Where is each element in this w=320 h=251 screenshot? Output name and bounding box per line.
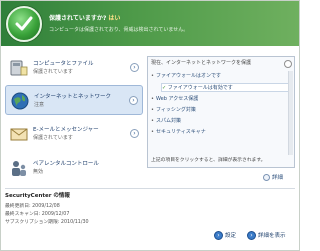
panel-item-scanner[interactable]: • セキュリティスキャナ: [151, 128, 291, 137]
panel-item-spam[interactable]: • スパム対策: [151, 117, 291, 126]
detail-button[interactable]: 詳細: [263, 173, 297, 183]
category-title: インターネットとネットワーク: [34, 94, 112, 100]
category-email-messenger[interactable]: E-メールとメッセンジャー 保護されています ›: [5, 119, 143, 149]
category-parental-control[interactable]: ペアレンタルコントロール 無効: [5, 153, 143, 183]
panel-close-icon[interactable]: [284, 60, 292, 68]
detail-button-label: 詳細: [272, 175, 284, 181]
category-status: 注意: [34, 102, 45, 108]
panel-item-label: セキュリティスキャナ: [156, 129, 206, 135]
category-status: 保護されています: [33, 135, 73, 141]
settings-label: 設定: [225, 233, 237, 239]
info-title: SecurityCenter の情報: [5, 193, 70, 199]
panel-item-phishing[interactable]: • フィッシング対策: [151, 106, 291, 115]
computer-files-icon: [9, 58, 29, 78]
status-answer: はい: [108, 15, 121, 22]
category-computer-files[interactable]: コンピュータとファイル 保護されています ›: [5, 53, 143, 83]
status-subtitle: コンピュータは保護されており、脅威は検出されていません。: [49, 27, 189, 33]
panel-item-label: ファイアウォールは有効です: [167, 85, 233, 91]
panel-item-web-protection[interactable]: • Web アクセス保護: [151, 95, 291, 104]
category-title: ペアレンタルコントロール: [33, 161, 99, 167]
details-icon: ›: [247, 231, 256, 240]
divider: [5, 188, 295, 189]
category-title: E-メールとメッセンジャー: [33, 127, 99, 133]
panel-item-label: ファイアウォールはオンです: [156, 73, 222, 79]
footer-bar: › 設定 › 詳細を表示: [1, 228, 299, 250]
info-line: 最終更新日: 2009/12/08: [5, 204, 60, 209]
check-icon: ✓: [162, 85, 167, 91]
category-status: 無効: [33, 169, 44, 175]
status-question: 保護されていますか?: [49, 15, 107, 22]
settings-button[interactable]: › 設定: [214, 231, 236, 243]
status-header: 保護されていますか? はい コンピュータは保護されており、脅威は検出されていませ…: [1, 1, 299, 46]
panel-item-label: Web アクセス保護: [156, 96, 199, 102]
details-button[interactable]: › 詳細を表示: [247, 231, 286, 243]
settings-icon: ›: [214, 231, 223, 240]
panel-note: 上記の項目をクリックすると、詳細が表示されます。: [151, 158, 266, 163]
panel-scrollbar[interactable]: [288, 71, 293, 155]
arrow-right-icon[interactable]: ›: [130, 129, 139, 138]
detail-panel: 現在、インターネットとネットワークを保護 • ファイアウォールはオンです ✓ ファ…: [147, 56, 295, 168]
panel-item-label: スパム対策: [156, 118, 182, 124]
category-status: 保護されています: [33, 69, 73, 75]
protected-check-icon: [6, 6, 42, 42]
parental-control-icon: [9, 158, 29, 178]
info-icon: [263, 174, 270, 181]
details-label: 詳細を表示: [258, 233, 286, 239]
info-line: 最終スキャン日: 2009/12/07: [5, 212, 70, 217]
status-title: 保護されていますか? はい: [49, 13, 295, 22]
panel-item-label: フィッシング対策: [156, 107, 196, 113]
arrow-right-icon[interactable]: ›: [129, 96, 138, 105]
panel-heading: 現在、インターネットとネットワークを保護: [151, 60, 252, 66]
panel-item-firewall-enabled[interactable]: ✓ ファイアウォールは有効です: [161, 83, 291, 92]
category-title: コンピュータとファイル: [33, 61, 94, 67]
arrow-right-icon[interactable]: ›: [130, 63, 139, 72]
category-list: コンピュータとファイル 保護されています › インターネットとネットワーク 注意…: [5, 53, 143, 185]
info-line: サブスクリプション期限: 2010/11/30: [5, 220, 89, 225]
globe-network-icon: [10, 91, 30, 111]
security-center-window: 保護されていますか? はい コンピュータは保護されており、脅威は検出されていませ…: [0, 0, 300, 251]
mail-messenger-icon: [9, 124, 29, 144]
category-internet-network[interactable]: インターネットとネットワーク 注意 ›: [5, 85, 143, 115]
panel-item-firewall[interactable]: • ファイアウォールはオンです: [151, 72, 291, 81]
